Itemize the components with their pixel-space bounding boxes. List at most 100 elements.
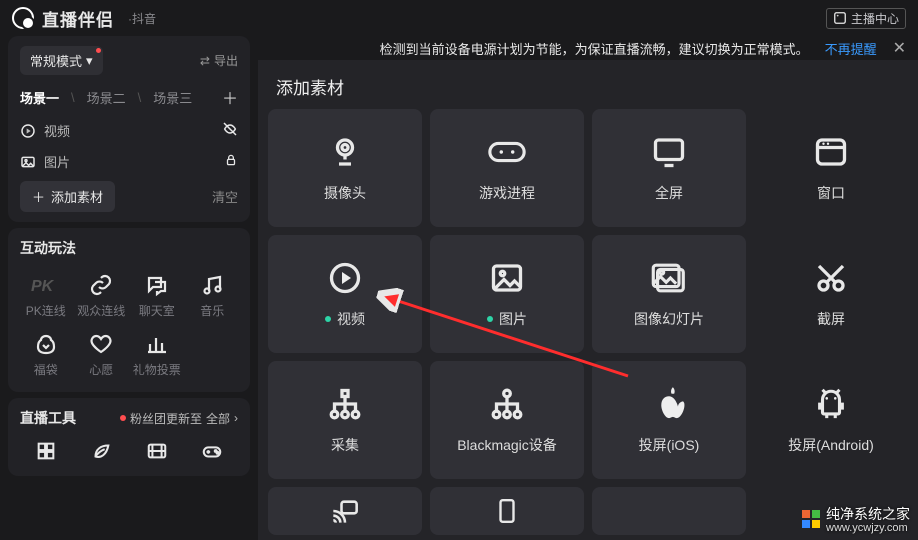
source-card-slideshow[interactable]: 图像幻灯片 — [592, 235, 746, 353]
source-item-video[interactable]: 视频 — [20, 115, 238, 146]
tree-icon — [489, 385, 525, 423]
play-icon — [20, 123, 36, 139]
card-label: 窗口 — [817, 183, 845, 203]
source-card-extra-3[interactable] — [592, 487, 746, 535]
image-icon — [489, 259, 525, 297]
watermark: 纯净系统之家 www.ycwjzy.com — [802, 504, 910, 534]
phone-icon — [497, 498, 517, 524]
bag-icon — [20, 331, 72, 357]
source-card-ios[interactable]: 投屏(iOS) — [592, 361, 746, 479]
tree-icon — [327, 385, 363, 423]
add-source-modal: 添加素材 摄像头 游戏进程 全屏 窗口 — [258, 60, 918, 540]
modal-title: 添加素材 — [258, 60, 918, 109]
interactive-item-wish[interactable]: 心愿 — [76, 327, 128, 382]
source-row-2: 视频 图片 图像幻灯片 截屏 — [258, 235, 918, 353]
grid-icon — [35, 440, 57, 462]
interactive-item-chatroom[interactable]: 聊天室 — [131, 268, 183, 323]
warning-dismiss-link[interactable]: 不再提醒 — [825, 39, 877, 58]
source-card-blackmagic[interactable]: Blackmagic设备 — [430, 361, 584, 479]
source-card-android[interactable]: 投屏(Android) — [754, 361, 908, 479]
film-icon — [146, 440, 168, 462]
mode-dropdown[interactable]: 常规模式 ▾ — [20, 46, 103, 75]
source-card-capture[interactable]: 采集 — [268, 361, 422, 479]
scene-panel: 常规模式 ▾ ⇄ 导出 场景一 \ 场景二 \ 场景三 ＋ 视频 — [8, 36, 250, 222]
item-label: 礼物投票 — [133, 363, 181, 377]
fans-update-link[interactable]: 粉丝团更新至 全部 › — [120, 410, 238, 427]
source-card-game[interactable]: 游戏进程 — [430, 109, 584, 227]
window-icon — [813, 133, 849, 171]
red-dot-icon — [120, 415, 126, 421]
chart-icon — [131, 331, 183, 357]
source-row-3: 采集 Blackmagic设备 投屏(iOS) 投屏(Android) — [258, 361, 918, 479]
source-card-fullscreen[interactable]: 全屏 — [592, 109, 746, 227]
swap-button[interactable]: ⇄ 导出 — [200, 52, 238, 69]
source-card-video[interactable]: 视频 — [268, 235, 422, 353]
warning-text: 检测到当前设备电源计划为节能，为保证直播流畅，建议切换为正常模式。 — [380, 39, 809, 58]
tab-separator: \ — [71, 90, 75, 105]
host-center-button[interactable]: 主播中心 — [826, 8, 906, 29]
image-icon — [20, 154, 36, 170]
item-label: 福袋 — [34, 363, 58, 377]
item-label: 音乐 — [200, 304, 224, 318]
card-label: 视频 — [337, 309, 365, 329]
monitor-icon — [651, 133, 687, 171]
play-circle-icon — [327, 259, 363, 297]
add-scene-button[interactable]: ＋ — [222, 85, 238, 109]
tool-item-1[interactable] — [20, 434, 72, 472]
music-icon — [187, 272, 239, 298]
mode-label: 常规模式 — [30, 51, 82, 70]
item-label: 聊天室 — [139, 304, 175, 318]
source-card-image[interactable]: 图片 — [430, 235, 584, 353]
plus-icon: ＋ — [32, 187, 45, 206]
watermark-icon — [802, 510, 820, 528]
source-card-window[interactable]: 窗口 — [754, 109, 908, 227]
slideshow-icon — [649, 259, 689, 297]
scissors-icon — [813, 259, 849, 297]
source-card-screenshot[interactable]: 截屏 — [754, 235, 908, 353]
chat-icon — [131, 272, 183, 298]
tool-item-4[interactable] — [187, 434, 239, 472]
interactive-item-lucky-bag[interactable]: 福袋 — [20, 327, 72, 382]
card-label: 采集 — [331, 435, 359, 455]
leaf-icon — [90, 440, 112, 462]
status-dot — [487, 316, 493, 322]
add-source-button[interactable]: ＋ 添加素材 — [20, 181, 115, 212]
status-dot — [325, 316, 331, 322]
hidden-icon[interactable] — [222, 121, 238, 140]
source-item-image[interactable]: 图片 — [20, 146, 238, 177]
clear-sources-button[interactable]: 清空 — [212, 187, 238, 206]
source-card-extra-1[interactable] — [268, 487, 422, 535]
close-icon[interactable]: ✕ — [893, 38, 906, 58]
link-icon — [76, 272, 128, 298]
interactive-item-empty — [187, 327, 239, 382]
interactive-item-pk[interactable]: PK PK连线 — [20, 268, 72, 323]
watermark-url: www.ycwjzy.com — [826, 522, 910, 534]
tool-item-3[interactable] — [131, 434, 183, 472]
add-source-label: 添加素材 — [51, 187, 103, 206]
tools-panel: 直播工具 粉丝团更新至 全部 › — [8, 398, 250, 476]
source-card-camera[interactable]: 摄像头 — [268, 109, 422, 227]
interactive-title: 互动玩法 — [20, 238, 238, 258]
swap-icon: ⇄ — [200, 54, 210, 68]
scene-tab-1[interactable]: 场景一 — [20, 88, 59, 107]
card-label: 图片 — [499, 309, 527, 329]
source-row-1: 摄像头 游戏进程 全屏 窗口 — [258, 109, 918, 227]
card-label: Blackmagic设备 — [457, 435, 557, 455]
interactive-item-music[interactable]: 音乐 — [187, 268, 239, 323]
svg-text:PK: PK — [31, 278, 55, 295]
notification-dot — [96, 48, 101, 53]
interactive-item-gift-vote[interactable]: 礼物投票 — [131, 327, 183, 382]
interactive-panel: 互动玩法 PK PK连线 观众连线 聊天室 音乐 — [8, 228, 250, 392]
tool-item-2[interactable] — [76, 434, 128, 472]
lock-icon[interactable] — [224, 153, 238, 170]
card-label: 图像幻灯片 — [634, 309, 704, 329]
scene-tab-2[interactable]: 场景二 — [87, 88, 126, 107]
interactive-item-audience[interactable]: 观众连线 — [76, 268, 128, 323]
android-icon — [814, 385, 848, 423]
card-label: 全屏 — [655, 183, 683, 203]
tab-separator: \ — [138, 90, 142, 105]
card-label: 截屏 — [817, 309, 845, 329]
apple-icon — [653, 385, 685, 423]
scene-tab-3[interactable]: 场景三 — [153, 88, 192, 107]
source-card-extra-2[interactable] — [430, 487, 584, 535]
